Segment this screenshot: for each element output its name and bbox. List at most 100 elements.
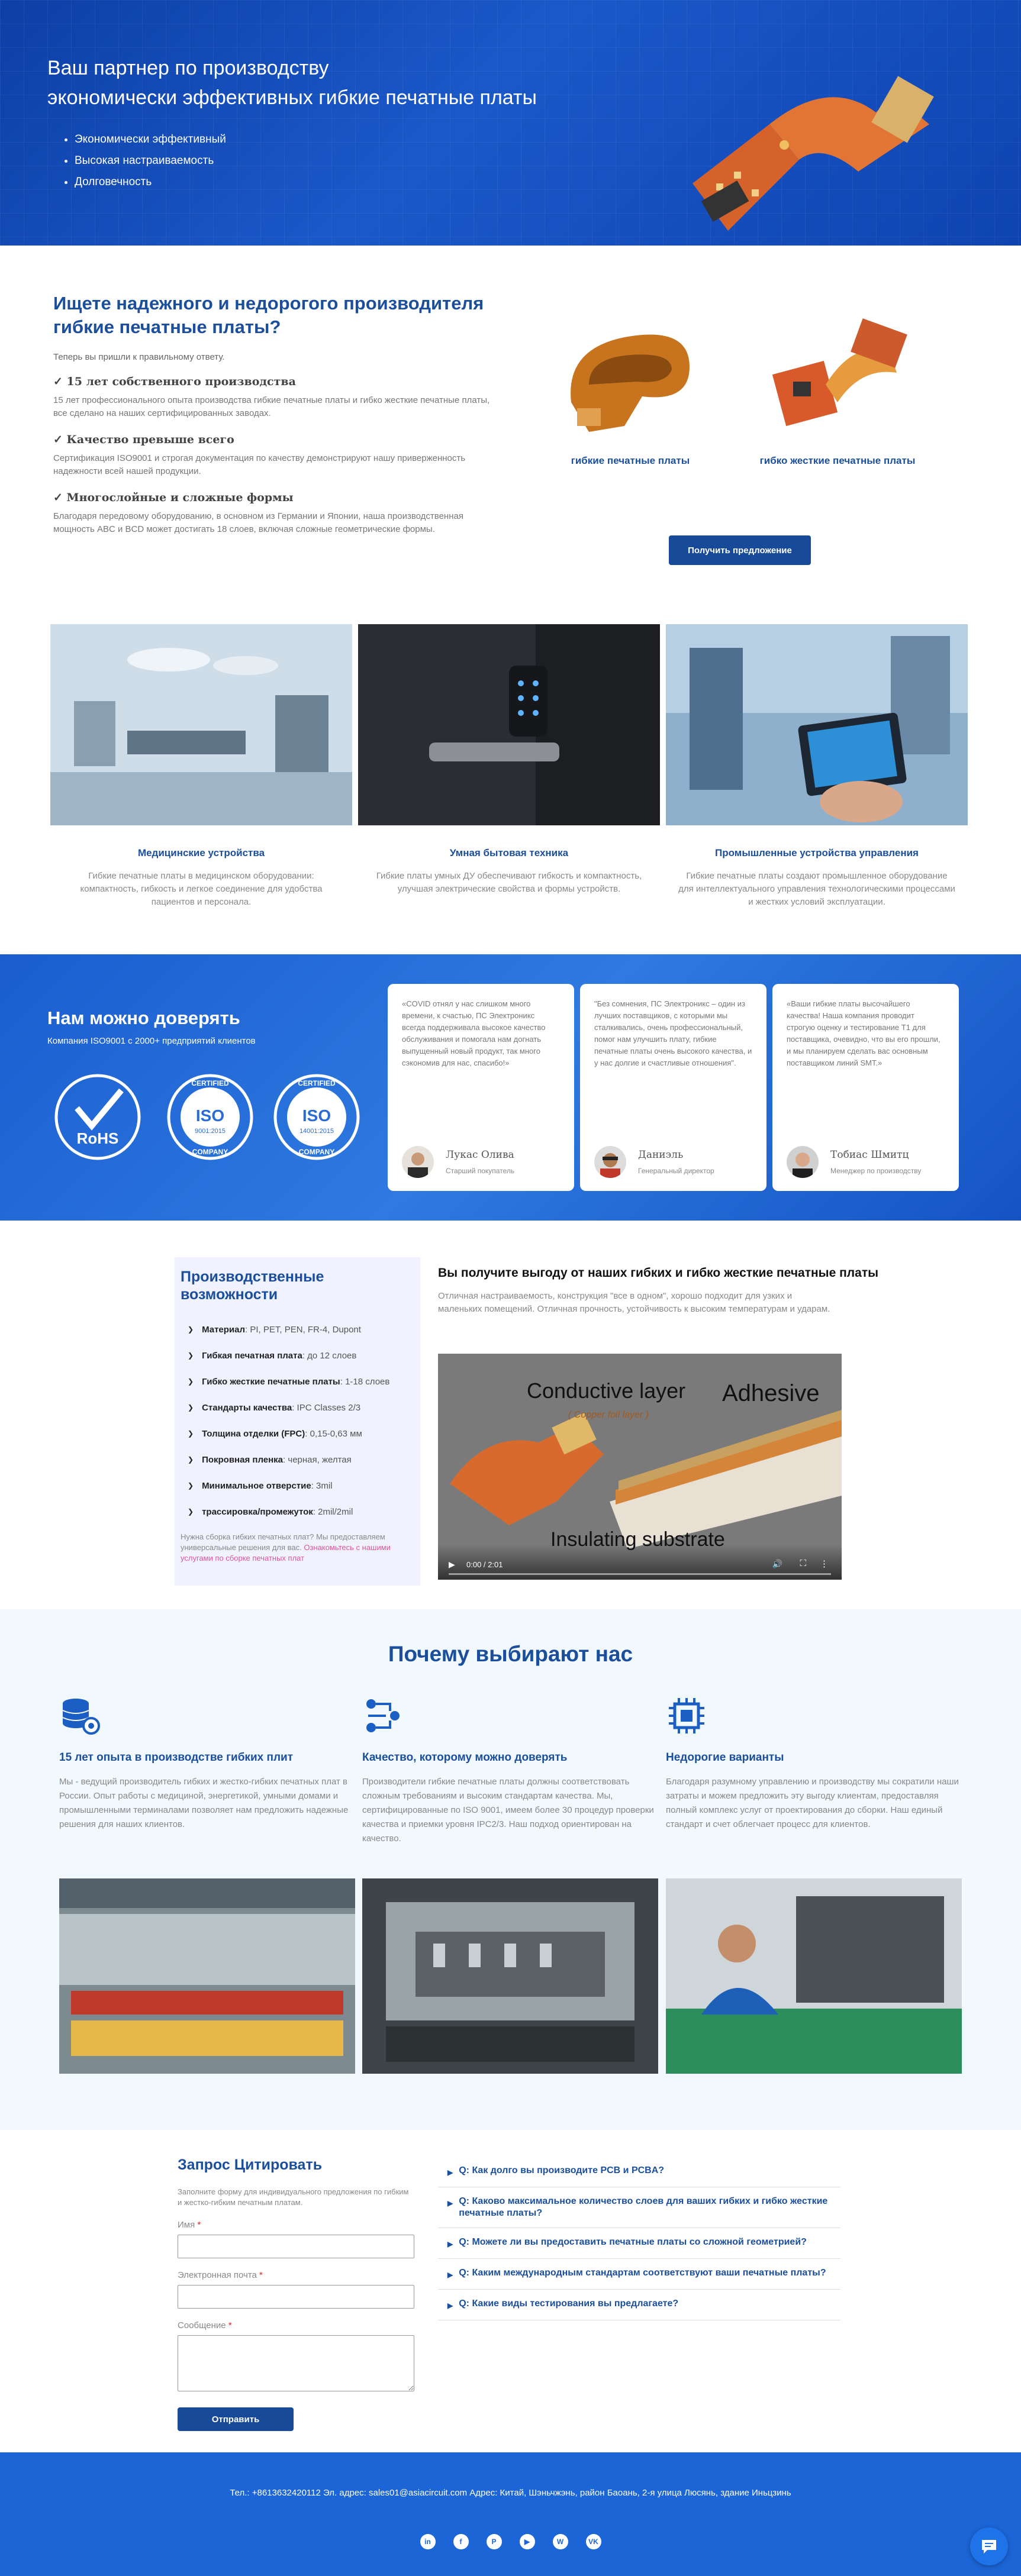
hero-banner: Ваш партнер по производству экономически… [0,0,1021,246]
whatsapp-icon[interactable]: W [552,2534,568,2549]
video-player[interactable]: Conductive layer ( Copper foil layer ) A… [438,1354,842,1580]
video-time: 0:00 / 2:01 [466,1560,503,1569]
chevron-right-icon: ❯ [188,1507,194,1516]
application-card-medical[interactable]: Медицинские устройства Гибкие печатные п… [50,624,352,909]
testimonial-card: «COVID отнял у нас слишком много времени… [388,984,574,1191]
capabilities-panel: Производственные возможности ❯ Материал: … [175,1257,420,1586]
capability-item: ❯ Гибко жесткие печатные платы: 1-18 слое… [188,1376,390,1387]
caret-right-icon: ▶ [447,2301,453,2310]
badge-iso-text: ISO [196,1106,224,1125]
capability-value: 1-18 слоев [345,1376,390,1387]
name-label-text: Имя [178,2220,195,2230]
play-icon[interactable]: ▶ [449,1560,455,1570]
avatar [787,1146,819,1178]
youtube-icon[interactable]: ▶ [519,2534,535,2549]
form-subtitle: Заполните форму для индивидуального пред… [178,2187,409,2207]
chevron-right-icon: ❯ [188,1325,194,1334]
capability-label: Стандарты качества [202,1402,292,1413]
caret-right-icon: ▶ [447,2168,453,2177]
chip-icon [669,1698,704,1734]
get-quote-button[interactable]: Получить предложение [669,535,811,565]
pinterest-icon[interactable]: P [486,2534,502,2549]
submit-button[interactable]: Отправить [178,2407,294,2431]
benefit-title: Вы получите выгоду от наших гибких и гиб… [438,1266,879,1280]
application-desc: Гибкие печатные платы создают промышленн… [678,871,955,907]
testimonial-name: Даниэль [638,1149,684,1161]
inspection-worker-photo [666,1878,962,2074]
feature-heading: ✓ Многослойные и сложные формы [53,491,294,504]
hero-pcb-image [693,76,934,231]
faq-item[interactable]: ▶ Q: Каким международным стандартам соотв… [438,2259,840,2290]
email-field[interactable] [178,2285,414,2309]
avatar [402,1146,434,1178]
video-progress-bar[interactable] [449,1573,831,1575]
why-us-section: Почему выбирают нас 15 лет опыта в произ… [0,1609,1021,2130]
chat-button[interactable] [970,2527,1008,2565]
badge-bottom-text: COMPANY [192,1148,228,1156]
caret-right-icon: ▶ [447,2199,453,2207]
facebook-icon[interactable]: f [453,2534,469,2549]
capability-item: ❯ Толщина отделки (FPC): 0,15-0,63 мм [188,1428,362,1439]
faq-item[interactable]: ▶ Q: Можете ли вы предоставить печатные п… [438,2228,840,2259]
name-field[interactable] [178,2235,414,2258]
more-options-icon[interactable]: ⋮ [820,1558,829,1569]
faq-item[interactable]: ▶ Q: Каково максимальное количество слоев… [438,2187,840,2228]
caret-right-icon: ▶ [447,2240,453,2248]
applications-grid: Медицинские устройства Гибкие печатные п… [50,624,968,909]
capability-label: Покровная пленка [202,1454,284,1465]
faq-question: Q: Каким международным стандартам соотве… [459,2268,826,2278]
testimonial-role: Старший покупатель [446,1167,515,1175]
fullscreen-icon[interactable]: ⛶ [800,1558,806,1568]
testimonial-quote: «COVID отнял у нас слишком много времени… [402,999,546,1067]
chevron-right-icon: ❯ [188,1429,194,1438]
smart-lock-image [358,624,660,825]
feature-text: Сертификация ISO9001 и строгая документа… [53,453,466,476]
faq-list: ▶ Q: Как долго вы производите PCB и PCBA?… [438,2157,840,2320]
message-field[interactable] [178,2335,414,2391]
hero-title: Ваш партнер по производству экономически… [47,53,639,112]
product-rigid-flex-pcb[interactable]: гибко жесткие печатные платы [749,302,926,467]
video-label-conductive: Conductive layer [527,1379,685,1403]
email-label-text: Электронная почта [178,2270,257,2280]
required-mark: * [197,2220,201,2230]
capability-item: ❯ Стандарты качества: IPC Classes 2/3 [188,1402,361,1413]
capability-label: Минимальное отверстие [202,1480,311,1491]
chevron-right-icon: ❯ [188,1377,194,1386]
capability-label: Толщина отделки (FPC) [202,1428,305,1439]
page: Ваш партнер по производству экономически… [0,0,1021,2576]
faq-item[interactable]: ▶ Q: Как долго вы производите PCB и PCBA? [438,2157,840,2187]
application-card-smart-home[interactable]: Умная бытовая техника Гибкие платы умных… [358,624,660,909]
video-label-adhesive: Adhesive [722,1380,820,1406]
volume-icon[interactable]: 🔊 [772,1559,782,1569]
smt-machine-photo [362,1878,658,2074]
vk-icon[interactable]: VK [585,2534,601,2549]
video-controls: ▶ 0:00 / 2:01 🔊 ⛶ ⋮ [438,1544,842,1580]
faq-question: Q: Можете ли вы предоставить печатные пл… [459,2237,807,2247]
linkedin-icon[interactable]: in [420,2534,436,2549]
trust-section: Нам можно доверять Компания ISO9001 с 20… [0,954,1021,1221]
product-flex-pcb[interactable]: гибкие печатные платы [542,302,719,467]
why-col-text: Благодаря разумному управлению и произво… [666,1777,959,1829]
capability-item: ❯ трассировка/промежуток: 2mil/2mil [188,1506,353,1517]
hero-bullet: Экономически эффективный [75,129,639,150]
hero-title-line1: Ваш партнер по производству [47,57,329,79]
faq-item[interactable]: ▶ Q: Какие виды тестирования вы предлагае… [438,2290,840,2320]
testimonial-person: Тобиас Шмитц Менеджер по производству [787,1146,921,1178]
capability-value: черная, желтая [288,1454,352,1465]
badge-iso-text: ISO [302,1106,331,1125]
testimonial-quote: "Без сомнения, ПС Электроникс – один из … [594,999,752,1067]
social-links: in f P ▶ W VK [0,2534,1021,2549]
rigid-flex-pcb-image [772,318,907,427]
chat-icon [982,2540,996,2554]
hero-bullet: Долговечность [75,172,639,193]
quote-form: Запрос Цитировать Заполните форму для ин… [178,2157,414,2431]
quality-network-icon [366,1699,400,1732]
application-desc: Гибкие печатные платы в медицинском обор… [80,871,323,907]
iso-9001-badge: CERTIFIED ISO 9001:2015 COMPANY [167,1074,253,1160]
application-card-industrial[interactable]: Промышленные устройства управления Гибки… [666,624,968,909]
capability-value: 0,15-0,63 мм [310,1428,362,1439]
application-desc: Гибкие платы умных ДУ обеспечивают гибко… [376,871,642,894]
badge-code-text: 14001:2015 [299,1128,334,1135]
intro-section: Ищете надежного и недорогого производите… [0,246,1021,624]
application-title: Промышленные устройства управления [715,847,919,858]
